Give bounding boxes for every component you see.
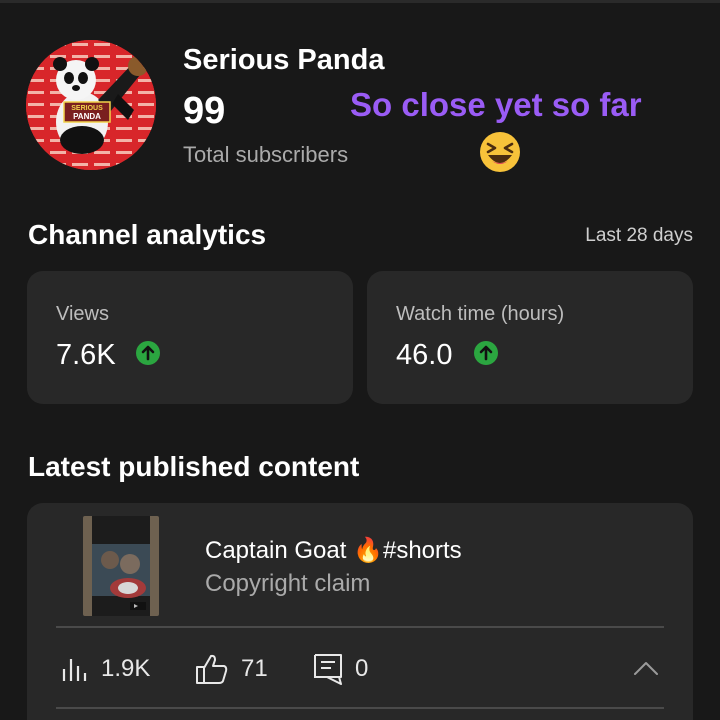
trend-up-icon [136,341,160,365]
subscriber-label: Total subscribers [183,142,349,167]
views-value: 7.6K [56,339,116,371]
video-status: Copyright claim [205,570,371,597]
svg-text:SERIOUS: SERIOUS [71,105,103,112]
date-range-label[interactable]: Last 28 days [585,225,693,247]
watch-time-card[interactable]: Watch time (hours) 46.0 [367,271,693,404]
analytics-title: Channel analytics [28,219,267,250]
card-bottom-divider [56,707,664,709]
views-label: Views [56,303,109,325]
svg-text:PANDA: PANDA [73,112,101,121]
card-divider [56,626,664,628]
comments-stat: 0 [313,644,368,694]
views-count: 1.9K [101,655,151,682]
latest-video-card[interactable]: Captain Goat 🔥#shorts Copyright claim 1.… [27,503,693,720]
thumbnail-frame [92,516,150,616]
laughing-face-emoji-icon [480,132,520,172]
latest-content-title: Latest published content [28,451,360,482]
views-card[interactable]: Views 7.6K [27,271,353,404]
comments-count: 0 [355,655,369,682]
comment-icon [314,654,342,685]
thumbs-up-icon [196,654,228,684]
watch-time-label: Watch time (hours) [396,303,565,325]
bar-chart-icon [62,659,87,681]
chevron-up-icon[interactable] [633,658,659,678]
panda-avatar-image: SERIOUS PANDA [26,40,156,170]
watch-time-value: 46.0 [396,339,453,371]
likes-stat: 71 [195,644,268,694]
video-title[interactable]: Captain Goat 🔥#shorts [205,536,462,565]
overlay-caption: So close yet so far [350,86,642,123]
channel-avatar[interactable]: SERIOUS PANDA [26,40,156,170]
thumbnail-image [92,516,150,616]
subscriber-count: 99 [183,90,226,132]
video-thumbnail[interactable] [83,516,159,616]
trend-up-icon [474,341,498,365]
likes-count: 71 [241,655,268,682]
views-stat: 1.9K [61,644,150,694]
channel-name: Serious Panda [183,44,385,76]
channel-dashboard: SERIOUS PANDA Serious Panda 99 Total sub… [0,0,720,720]
top-divider [0,0,720,3]
